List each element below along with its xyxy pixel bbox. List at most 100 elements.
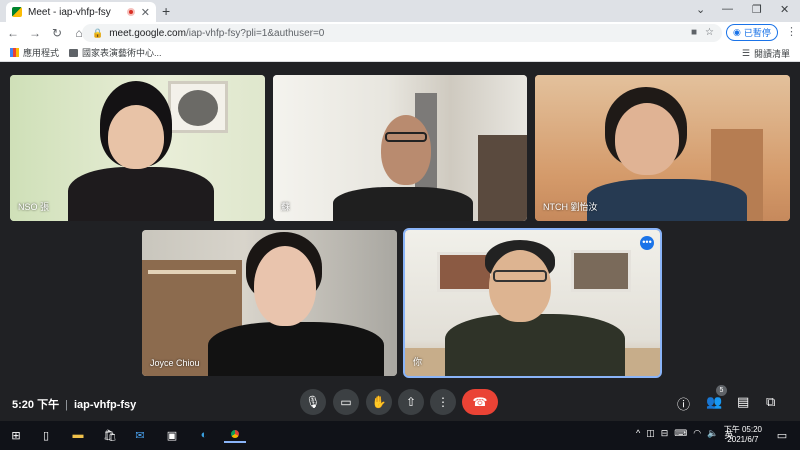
notification-icon[interactable]: ▭ (774, 427, 790, 443)
tab-search-icon[interactable]: ⌄ (696, 3, 705, 16)
network-icon[interactable]: ⌨ (674, 428, 687, 441)
microphone-button[interactable]: 🎙 (300, 389, 326, 415)
more-options-button[interactable]: ⋮ (430, 389, 456, 415)
participants-icon[interactable]: 👥 (706, 394, 722, 410)
folder-icon (69, 48, 79, 57)
camera-permission-icon[interactable]: ■ (691, 27, 697, 38)
minimize-button[interactable]: — (722, 3, 733, 15)
meet-controls-bar: 5:20 下午 | iap-vhfp-fsy 🎙 ▭ ✋ ⇧ ⋮ ☎ ⓘ 👥 5 ▤… (0, 385, 800, 421)
usb-icon[interactable]: ⊟ (661, 428, 669, 441)
more-options-icon[interactable]: ••• (640, 236, 654, 250)
bookmarks-bar: 應用程式 國家表演藝術中心... ☰ 閱讀清單 (0, 44, 800, 62)
reload-icon[interactable]: ↻ (48, 26, 66, 40)
participant-tile[interactable]: Joyce Chiou (142, 230, 397, 376)
leave-call-button[interactable]: ☎ (462, 389, 498, 415)
reading-list-icon: ☰ (741, 48, 750, 58)
participant-body (333, 187, 473, 221)
clock[interactable]: 下午 05:20 2021/6/7 (724, 425, 762, 445)
meeting-code: iap-vhfp-fsy (73, 399, 137, 411)
chat-icon[interactable]: ▤ (737, 394, 749, 410)
present-button[interactable]: ⇧ (398, 389, 424, 415)
raise-hand-button[interactable]: ✋ (366, 389, 392, 415)
meet-favicon-icon (12, 7, 22, 17)
tab-title: Meet - iap-vhfp-fsy (28, 6, 111, 18)
task-view-icon[interactable]: ▯ (38, 427, 54, 443)
close-window-button[interactable]: ✕ (780, 3, 789, 16)
participant-face (254, 246, 316, 326)
back-icon[interactable]: ← (4, 26, 22, 40)
bookshelf (478, 135, 527, 221)
meet-video-grid: NSO 張 蘇 NTCH 劉怡汝 Joyce Chiou ••• 你 (0, 63, 800, 387)
participant-name: Joyce Chiou (150, 358, 200, 368)
meeting-info-icon[interactable]: ⓘ (677, 394, 690, 413)
microphone-icon: 🎙 (305, 395, 321, 409)
new-tab-button[interactable]: + (162, 3, 170, 19)
lock-icon[interactable]: 🔒 (92, 28, 103, 39)
restore-button[interactable]: ❐ (752, 3, 762, 16)
participant-tile[interactable]: 蘇 (273, 75, 527, 221)
address-bar[interactable]: 🔒 meet.google.com /iap-vhfp-fsy?pli=1&au… (82, 24, 722, 42)
bookmark-label: 國家表演藝術中心... (82, 48, 162, 58)
wifi-icon[interactable]: ◠ (693, 428, 701, 441)
paused-label: 已暫停 (743, 28, 771, 38)
clock-date: 2021/6/7 (727, 435, 759, 444)
participant-body (445, 314, 625, 376)
glasses-icon (493, 270, 547, 282)
bookmark-apps[interactable]: 應用程式 (10, 46, 59, 59)
forward-icon[interactable]: → (26, 26, 44, 40)
participant-body (587, 179, 747, 221)
participant-count-badge: 5 (716, 385, 727, 396)
tab-strip: Meet - iap-vhfp-fsy ✕ + ⌄ — ❐ ✕ (0, 0, 800, 22)
windows-start-icon[interactable]: ⊞ (8, 427, 24, 443)
terminal-icon[interactable]: ▣ (164, 427, 180, 443)
participant-face (108, 105, 164, 169)
camera-icon: ▭ (340, 395, 352, 409)
apps-grid-icon (10, 48, 19, 57)
mail-icon[interactable]: ✉ (132, 427, 148, 443)
activities-icon[interactable]: ⧉ (766, 394, 775, 410)
profile-paused-button[interactable]: ◉ 已暫停 (726, 24, 778, 41)
store-icon[interactable]: 🛍 (102, 427, 118, 443)
participant-body (68, 167, 214, 221)
participant-name: NTCH 劉怡汝 (543, 202, 598, 212)
meeting-details: 5:20 下午 | iap-vhfp-fsy (12, 396, 136, 412)
file-explorer-icon[interactable]: ▬ (70, 427, 86, 443)
chrome-menu-icon[interactable]: ⋮ (786, 25, 797, 38)
bookmark-label: 應用程式 (23, 48, 60, 58)
hand-icon: ✋ (371, 395, 387, 409)
camera-button[interactable]: ▭ (333, 389, 359, 415)
camera-tray-icon[interactable]: ◫ (646, 428, 655, 441)
present-screen-icon: ⇧ (405, 395, 417, 409)
participant-face (381, 115, 431, 185)
participant-tile[interactable]: NTCH 劉怡汝 (535, 75, 790, 221)
participant-face (615, 103, 679, 175)
windows-taskbar: ⊞ ▯ ▬ 🛍 ✉ ▣ ◐ ^ ◫ ⊟ ⌨ ◠ 🔈 英 下午 05:20 202… (0, 421, 800, 450)
close-tab-icon[interactable]: ✕ (141, 6, 150, 19)
url-host: meet.google.com (109, 27, 186, 39)
end-call-icon: ☎ (472, 395, 488, 409)
chrome-icon[interactable] (224, 427, 246, 443)
system-tray: ^ ◫ ⊟ ⌨ ◠ 🔈 英 (636, 428, 733, 441)
clock-time: 下午 05:20 (723, 425, 762, 434)
volume-icon[interactable]: 🔈 (707, 428, 718, 441)
self-view-tile[interactable]: ••• 你 (403, 228, 662, 378)
participant-face (489, 250, 551, 322)
chevron-up-icon[interactable]: ^ (636, 428, 640, 441)
edge-icon[interactable]: ◐ (196, 427, 212, 443)
bookmark-ntch[interactable]: 國家表演藝術中心... (69, 46, 162, 59)
participant-name: 你 (413, 357, 423, 367)
participant-tile[interactable]: NSO 張 (10, 75, 265, 221)
glasses-icon (385, 132, 427, 142)
profile-icon: ◉ (733, 27, 741, 37)
bookmark-star-icon[interactable]: ☆ (705, 27, 714, 38)
participant-name: NSO 張 (18, 202, 50, 212)
recording-indicator-icon (126, 8, 135, 16)
shelf (148, 270, 236, 274)
wall-painting (571, 250, 631, 292)
participant-body (208, 322, 384, 376)
reading-list-button[interactable]: ☰ 閱讀清單 (742, 47, 790, 60)
more-vertical-icon: ⋮ (437, 395, 449, 409)
browser-toolbar: ← → ↻ ⌂ 🔒 meet.google.com /iap-vhfp-fsy?… (0, 22, 800, 44)
meeting-time: 5:20 下午 (12, 399, 60, 411)
browser-tab[interactable]: Meet - iap-vhfp-fsy ✕ (6, 2, 156, 22)
